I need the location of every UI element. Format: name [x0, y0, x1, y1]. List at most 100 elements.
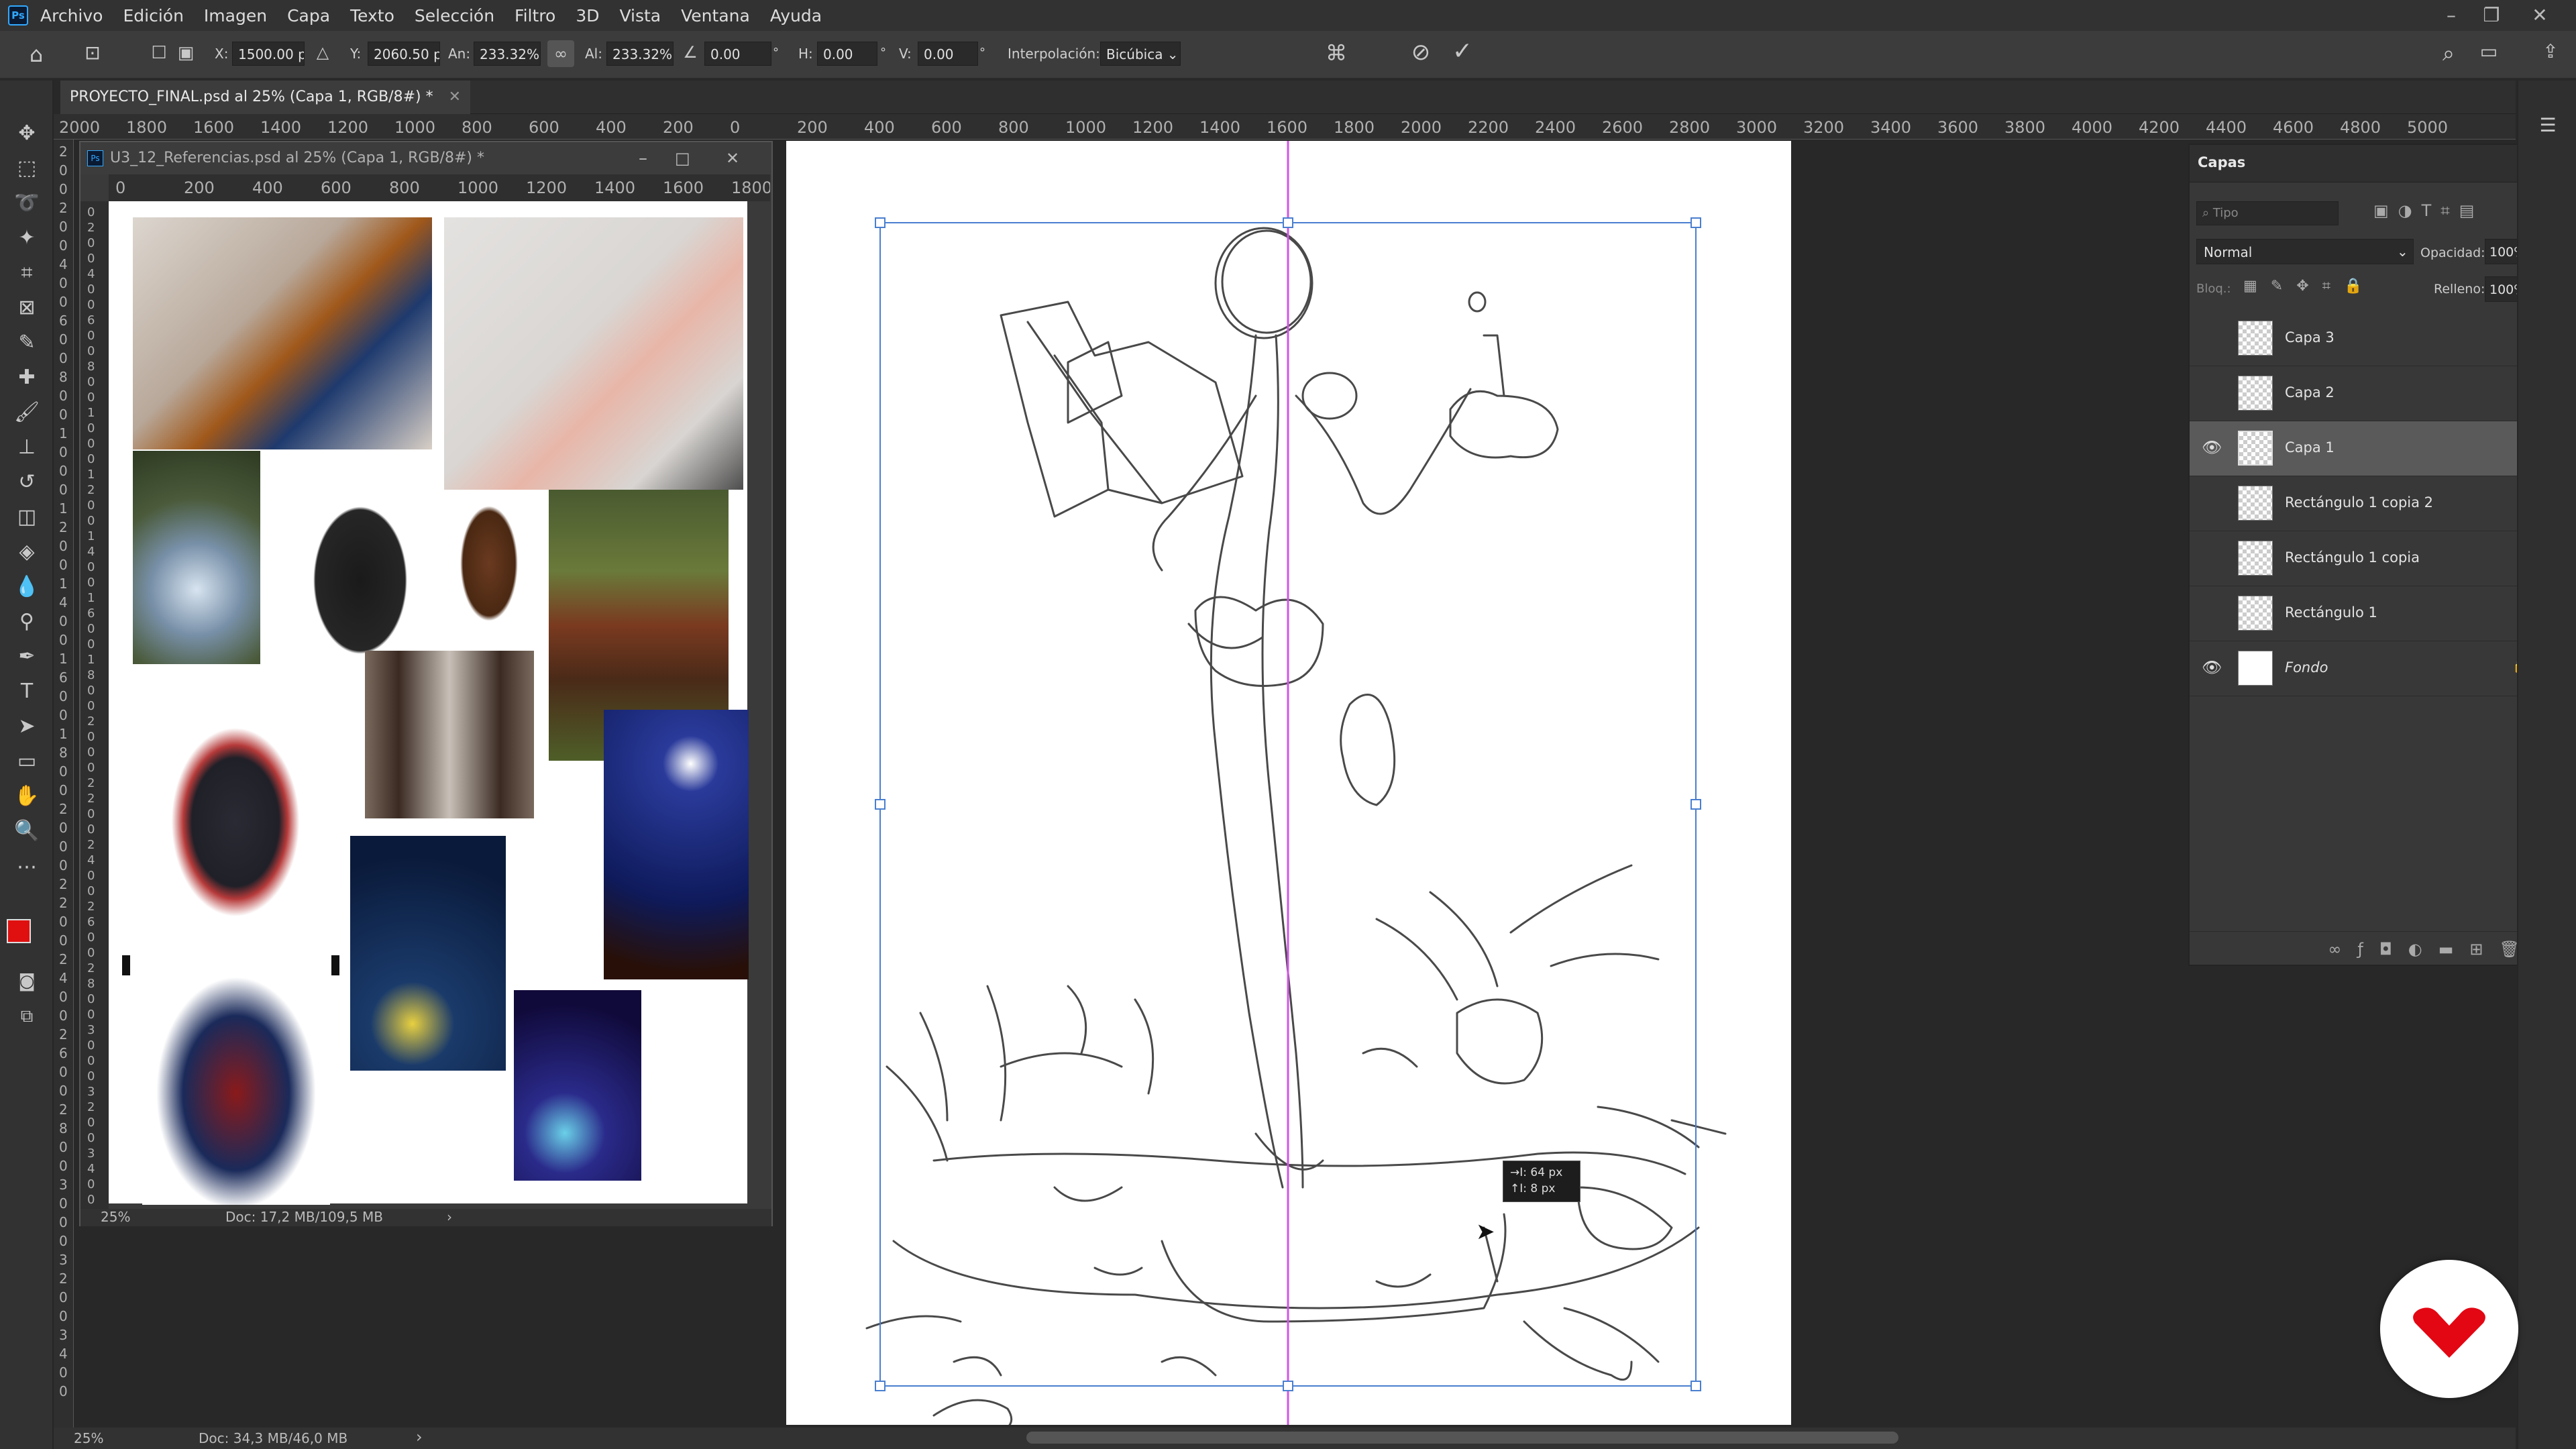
minimize-icon[interactable]: –: [2431, 3, 2471, 28]
more-tools-icon[interactable]: ⋯: [9, 852, 44, 883]
visibility-toggle-hidden[interactable]: [2202, 492, 2222, 513]
pen-tool-icon[interactable]: ✒: [9, 641, 44, 672]
x-position-field[interactable]: 1500.00 p:: [232, 42, 305, 66]
layer-filter-icons[interactable]: ▣◑T⌗▤: [2373, 201, 2541, 225]
delta-icon[interactable]: △: [313, 43, 333, 62]
reference-point-grid-icon[interactable]: ▣: [176, 43, 196, 63]
photoshop-logo-icon[interactable]: Ps: [8, 5, 28, 25]
reference-canvas[interactable]: [109, 201, 770, 1213]
tab-close-icon[interactable]: ✕: [449, 89, 461, 105]
menu-ventana[interactable]: Ventana: [681, 6, 750, 25]
foreground-color-swatch[interactable]: [7, 919, 31, 943]
status-arrow-icon[interactable]: ›: [416, 1428, 423, 1446]
hskew-field[interactable]: 0.00: [817, 42, 877, 66]
history-brush-tool-icon[interactable]: ↺: [9, 467, 44, 498]
reference-window-titlebar[interactable]: Ps U3_12_Referencias.psd al 25% (Capa 1,…: [80, 142, 771, 174]
reference-status-arrow-icon[interactable]: ›: [447, 1209, 452, 1225]
eraser-tool-icon[interactable]: ◫: [9, 502, 44, 533]
link-proportions-icon[interactable]: ∞: [547, 40, 574, 67]
tab-capas[interactable]: Capas: [2198, 154, 2245, 170]
eye-icon[interactable]: 👁: [2202, 437, 2222, 458]
search-icon[interactable]: ⌕: [2434, 40, 2463, 66]
type-tool-icon[interactable]: T: [9, 676, 44, 707]
eye-icon[interactable]: 👁: [2202, 657, 2222, 678]
menu-ayuda[interactable]: Ayuda: [770, 6, 822, 25]
interpolation-select[interactable]: Bicúbica ⌄: [1100, 42, 1181, 66]
menu-seleccion[interactable]: Selección: [415, 6, 494, 25]
layer-row-rectangulo-1[interactable]: Rectángulo 1: [2190, 586, 2546, 641]
layer-row-capa-2[interactable]: Capa 2: [2190, 366, 2546, 421]
menu-edicion[interactable]: Edición: [123, 6, 183, 25]
path-selection-tool-icon[interactable]: ➤: [9, 711, 44, 742]
width-field[interactable]: 233.32%: [474, 42, 541, 66]
crop-tool-icon[interactable]: ⌗: [9, 258, 44, 288]
layer-filter-input[interactable]: ⌕ Tipo: [2196, 201, 2339, 225]
height-field[interactable]: 233.32%: [606, 42, 674, 66]
visibility-toggle-hidden[interactable]: [2202, 602, 2222, 623]
menu-vista[interactable]: Vista: [619, 6, 661, 25]
menu-filtro[interactable]: Filtro: [515, 6, 555, 25]
magic-wand-tool-icon[interactable]: ✦: [9, 223, 44, 254]
ruler-label: 3200: [1803, 118, 1845, 137]
comments-icon[interactable]: ☰: [2533, 114, 2563, 136]
cursor-arrow-icon: ➤: [1476, 1218, 1495, 1245]
menu-texto[interactable]: Texto: [350, 6, 394, 25]
reference-zoom-value[interactable]: 25%: [101, 1209, 130, 1225]
frame-tool-icon[interactable]: ⊠: [9, 292, 44, 323]
zoom-tool-icon[interactable]: 🔍: [9, 816, 44, 847]
visibility-toggle-hidden[interactable]: [2202, 327, 2222, 347]
close-icon[interactable]: ✕: [2520, 3, 2560, 28]
warp-mode-icon[interactable]: ⌘: [1322, 40, 1351, 66]
menu-imagen[interactable]: Imagen: [204, 6, 267, 25]
layer-row-fondo[interactable]: 👁 Fondo 🔒: [2190, 641, 2546, 696]
vskew-field[interactable]: 0.00: [918, 42, 978, 66]
lasso-tool-icon[interactable]: ➰: [9, 188, 44, 219]
lock-options-icons[interactable]: ▦✎✥⌗🔒: [2243, 278, 2377, 299]
marquee-tool-icon[interactable]: ⬚: [9, 153, 44, 184]
stamp-tool-icon[interactable]: ⊥: [9, 432, 44, 463]
quick-mask-icon[interactable]: ◙: [9, 966, 44, 997]
reference-document-window[interactable]: Ps U3_12_Referencias.psd al 25% (Capa 1,…: [79, 141, 773, 1226]
blend-mode-select[interactable]: Normal ⌄: [2196, 239, 2414, 264]
ruler-label: 0: [59, 932, 68, 949]
zoom-value[interactable]: 25%: [74, 1430, 103, 1446]
workspace-icon[interactable]: ▭: [2474, 40, 2504, 62]
y-position-field[interactable]: 2060.50 p:: [368, 42, 440, 66]
layer-row-rectangulo-1-copia[interactable]: Rectángulo 1 copia: [2190, 531, 2546, 586]
visibility-toggle-hidden[interactable]: [2202, 547, 2222, 568]
ref-maximize-icon[interactable]: □: [675, 142, 690, 174]
screen-mode-icon[interactable]: ⧉: [9, 1001, 44, 1032]
ref-minimize-icon[interactable]: –: [639, 142, 647, 174]
ruler-label: 0: [87, 1193, 95, 1207]
dodge-tool-icon[interactable]: ⚲: [9, 606, 44, 637]
layer-row-capa-1[interactable]: 👁 Capa 1: [2190, 421, 2546, 476]
layer-row-rectangulo-1-copia-2[interactable]: Rectángulo 1 copia 2: [2190, 476, 2546, 531]
rotate-field[interactable]: 0.00: [704, 42, 771, 66]
rectangle-tool-icon[interactable]: ▭: [9, 746, 44, 777]
tab-proyecto-final[interactable]: PROYECTO_FINAL.psd al 25% (Capa 1, RGB/8…: [60, 80, 471, 114]
ruler-label: 2: [87, 838, 95, 852]
ref-close-icon[interactable]: ✕: [726, 142, 739, 174]
commit-transform-icon[interactable]: ✓: [1448, 38, 1477, 65]
share-icon[interactable]: ⇪: [2536, 40, 2565, 62]
eyedropper-tool-icon[interactable]: ✎: [9, 327, 44, 358]
move-tool-icon[interactable]: ✥: [9, 118, 44, 149]
layer-row-capa-3[interactable]: Capa 3: [2190, 311, 2546, 366]
transform-reference-icon[interactable]: ⊡: [79, 42, 106, 64]
menu-3d[interactable]: 3D: [576, 6, 599, 25]
cancel-transform-icon[interactable]: ⊘: [1406, 39, 1436, 66]
layers-panel-footer-icons[interactable]: ∞ƒ◘◐▬⊞🗑: [2190, 931, 2546, 965]
blur-tool-icon[interactable]: 💧: [9, 572, 44, 602]
hand-tool-icon[interactable]: ✋: [9, 781, 44, 812]
document-canvas[interactable]: [786, 141, 1791, 1449]
restore-icon[interactable]: ❐: [2471, 3, 2512, 28]
paint-bucket-tool-icon[interactable]: ◈: [9, 537, 44, 568]
brush-tool-icon[interactable]: 🖌: [9, 397, 44, 428]
reference-point-checkbox[interactable]: ☐: [149, 43, 169, 63]
home-icon[interactable]: ⌂: [23, 42, 50, 67]
horizontal-scrollbar[interactable]: [1026, 1432, 1898, 1444]
menu-archivo[interactable]: Archivo: [40, 6, 103, 25]
visibility-toggle-hidden[interactable]: [2202, 382, 2222, 402]
menu-capa[interactable]: Capa: [287, 6, 330, 25]
healing-brush-tool-icon[interactable]: ✚: [9, 362, 44, 393]
